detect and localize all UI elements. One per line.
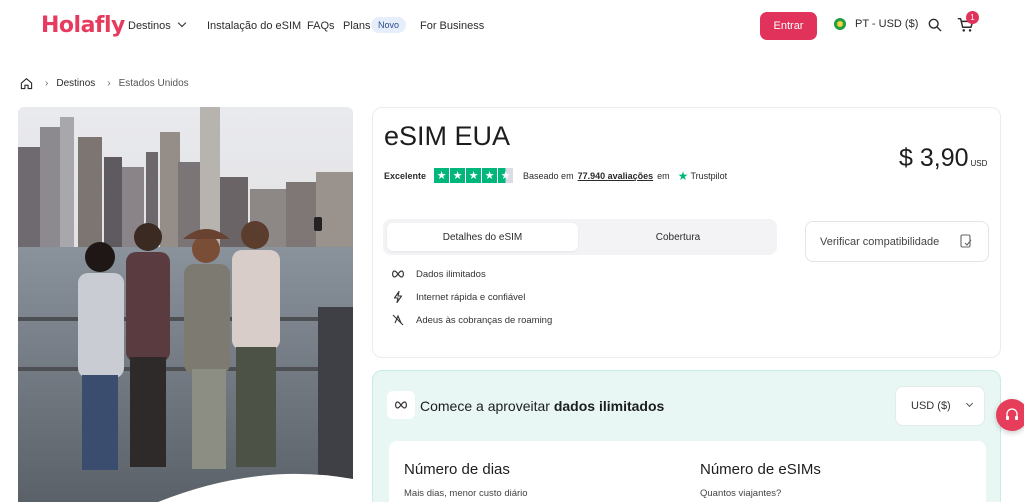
rating-stars: ★ ★ ★ ★ ★ [434, 168, 514, 183]
login-button[interactable]: Entrar [760, 12, 817, 40]
chat-icon [1006, 408, 1018, 420]
verify-compatibility-button[interactable]: Verificar compatibilidade [805, 221, 989, 262]
brazil-flag-icon [834, 18, 846, 30]
breadcrumb-separator: › [45, 78, 49, 89]
feature-item: Internet rápida e confiável [391, 291, 525, 303]
holafly-logo[interactable]: Holafly [41, 13, 125, 38]
lightning-icon [391, 291, 405, 303]
feature-label: Dados ilimitados [416, 268, 486, 280]
reviews-count-link[interactable]: 77.940 avaliações [578, 171, 654, 181]
esims-heading: Número de eSIMs [700, 461, 821, 478]
nav-plans[interactable]: Plans [343, 20, 371, 32]
chevron-down-icon [965, 399, 973, 407]
nav-destinos[interactable]: Destinos [128, 18, 187, 32]
infinity-icon [387, 391, 415, 419]
price-value: $ 3,90 [899, 144, 969, 172]
phone-check-icon [960, 234, 972, 248]
currency-value: USD ($) [911, 400, 951, 412]
language-currency-selector[interactable]: PT - USD ($) [834, 18, 918, 30]
star-icon: ★ [434, 168, 450, 183]
star-icon: ★ [482, 168, 498, 183]
plan-selector-panel: Comece a aproveitar dados ilimitados USD… [372, 370, 1001, 502]
trustpilot-logo: ★ Trustpilot [678, 169, 727, 183]
nav-for-business[interactable]: For Business [420, 20, 484, 32]
product-card: eSIM EUA Excelente ★ ★ ★ ★ ★ Baseado em … [372, 107, 1001, 358]
tab-cobertura[interactable]: Cobertura [583, 223, 773, 251]
cart-count-badge: 1 [966, 11, 979, 24]
feature-item: Adeus às cobranças de roaming [391, 314, 552, 326]
language-currency-label: PT - USD ($) [855, 18, 919, 30]
chevron-down-icon [177, 18, 187, 28]
breadcrumb-separator: › [107, 78, 111, 89]
novo-badge: Novo [371, 17, 407, 33]
home-icon[interactable] [20, 77, 33, 90]
breadcrumb-destinos[interactable]: Destinos [56, 78, 95, 89]
breadcrumb-current: Estados Unidos [118, 78, 189, 89]
trustpilot-label: Trustpilot [690, 170, 728, 181]
feature-label: Adeus às cobranças de roaming [416, 314, 553, 326]
nav-faqs[interactable]: FAQs [307, 20, 335, 32]
nav-destinos-label: Destinos [128, 20, 171, 32]
verify-compatibility-label: Verificar compatibilidade [820, 235, 940, 248]
infinity-icon [391, 268, 405, 280]
search-icon[interactable] [928, 18, 942, 32]
days-subtitle: Mais dias, menor custo diário [404, 488, 528, 499]
days-heading: Número de dias [404, 461, 510, 478]
nav-instalacao[interactable]: Instalação do eSIM [207, 20, 301, 32]
plan-panel-title-bold: dados ilimitados [553, 398, 665, 414]
chat-support-button[interactable] [996, 399, 1024, 431]
plan-panel-title: Comece a aproveitar dados ilimitados [420, 398, 664, 414]
breadcrumb: › Destinos › Estados Unidos [20, 77, 189, 90]
product-title: eSIM EUA [384, 121, 511, 151]
currency-select[interactable]: USD ($) [895, 386, 985, 426]
star-icon: ★ [466, 168, 482, 183]
half-star-icon: ★ [498, 168, 514, 183]
on-text: em [657, 170, 670, 181]
based-on-text: Baseado em [523, 170, 574, 181]
trustpilot-star-icon: ★ [677, 168, 689, 183]
product-price: $ 3,90 USD [899, 144, 987, 173]
no-roaming-icon [391, 314, 405, 326]
price-currency: USD [970, 159, 988, 168]
trustpilot-rating[interactable]: Excelente ★ ★ ★ ★ ★ Baseado em 77.940 av… [384, 168, 727, 183]
product-photo [18, 107, 353, 502]
tab-detalhes[interactable]: Detalhes do eSIM [387, 223, 578, 251]
feature-item: Dados ilimitados [391, 268, 486, 280]
esims-subtitle: Quantos viajantes? [700, 488, 782, 499]
rating-label: Excelente [384, 170, 427, 181]
star-icon: ★ [450, 168, 466, 183]
plan-panel-title-prefix: Comece a aproveitar [420, 398, 550, 414]
top-navigation: Holafly Destinos Instalação do eSIM FAQs… [0, 0, 1024, 52]
plan-options: Número de dias Mais dias, menor custo di… [389, 441, 986, 502]
feature-label: Internet rápida e confiável [416, 291, 526, 303]
product-tabs: Detalhes do eSIM Cobertura [383, 219, 777, 255]
